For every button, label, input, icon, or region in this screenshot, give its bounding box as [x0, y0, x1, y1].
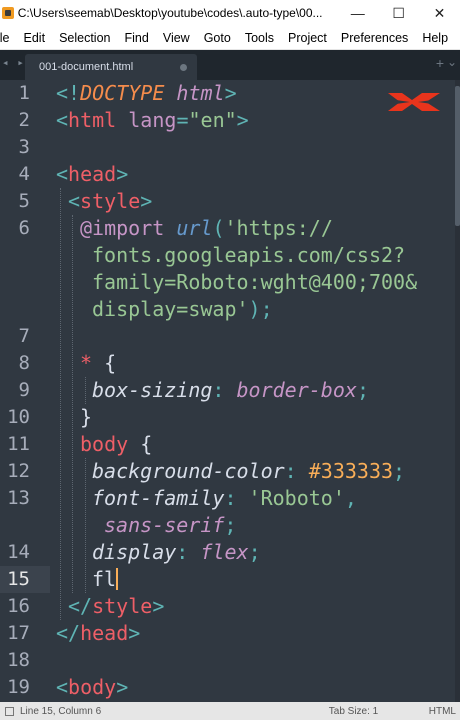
tab-size[interactable]: Tab Size: 1	[329, 706, 429, 717]
menu-preferences[interactable]: Preferences	[334, 31, 415, 45]
code-line-14: display: flex;	[92, 540, 261, 564]
new-tab-plus-icon[interactable]: +	[436, 55, 444, 71]
editor-pane[interactable]: 1 2 3 4 5 6 7 8 9 10 11 12 13 14 15 16 17 18 19 <!DOCTYPE …	[0, 80, 460, 702]
tab-bar: ◂ ▸ 001-document.html + ⌄	[0, 50, 460, 80]
text-cursor	[116, 568, 119, 590]
menu-project[interactable]: Project	[281, 31, 334, 45]
code-line-15: fl	[92, 567, 119, 591]
code-line-1: <!DOCTYPE html>	[56, 81, 237, 105]
panel-toggle-icon[interactable]	[5, 706, 14, 716]
code-line-12: background-color: #333333;	[92, 459, 406, 483]
code-line-17: </head>	[56, 621, 141, 645]
tab-scroll-arrows-icon[interactable]: ◂ ▸	[2, 56, 25, 69]
tab-001-document[interactable]: 001-document.html	[25, 54, 197, 80]
code-line-16: </style>	[68, 594, 165, 618]
close-button[interactable]: ✕	[419, 0, 460, 26]
code-area[interactable]: <!DOCTYPE html> <html lang="en"> <head> …	[0, 80, 460, 702]
menu-tools[interactable]: Tools	[238, 31, 281, 45]
menu-file[interactable]: ile	[0, 31, 17, 45]
menu-view[interactable]: View	[156, 31, 197, 45]
menu-bar: ile Edit Selection Find View Goto Tools …	[0, 26, 460, 50]
code-line-8: * {	[80, 351, 117, 375]
unsaved-dot-icon[interactable]	[180, 64, 187, 71]
menu-selection[interactable]: Selection	[52, 31, 117, 45]
menu-edit[interactable]: Edit	[17, 31, 53, 45]
menu-find[interactable]: Find	[118, 31, 156, 45]
menu-help[interactable]: Help	[415, 31, 455, 45]
code-line-6-wrap-1: fonts.googleapis.com/css2?	[92, 243, 406, 267]
tab-list-chevron-icon[interactable]: ⌄	[447, 55, 457, 69]
sublime-app-icon	[2, 7, 14, 19]
code-line-2: <html lang="en">	[56, 108, 249, 132]
syntax-mode[interactable]: HTML	[429, 706, 456, 717]
code-line-19: <body>	[56, 675, 129, 699]
code-line-6-wrap-2: family=Roboto:wght@400;700&	[92, 270, 418, 294]
code-line-11: body {	[80, 432, 153, 456]
code-line-6: @import url('https://	[80, 216, 333, 240]
cursor-position[interactable]: Line 15, Column 6	[20, 706, 329, 717]
status-bar: Line 15, Column 6 Tab Size: 1 HTML	[0, 702, 460, 720]
code-line-9: box-sizing: border-box;	[92, 378, 369, 402]
minimize-button[interactable]: —	[337, 0, 378, 26]
scrollbar-thumb[interactable]	[455, 86, 460, 226]
code-line-6-wrap-3: display=swap');	[92, 297, 273, 321]
title-bar: C:\Users\seemab\Desktop\youtube\codes\.a…	[0, 0, 460, 26]
code-line-13-wrap-1: sans-serif;	[104, 513, 237, 537]
maximize-button[interactable]: ☐	[378, 0, 419, 26]
window-title: C:\Users\seemab\Desktop\youtube\codes\.a…	[17, 6, 323, 20]
menu-goto[interactable]: Goto	[197, 31, 238, 45]
code-line-13: font-family: 'Roboto',	[92, 486, 357, 510]
code-line-4: <head>	[56, 162, 129, 186]
code-line-5: <style>	[68, 189, 153, 213]
code-line-10: }	[80, 405, 93, 429]
channel-logo-icon	[388, 93, 440, 111]
vertical-scrollbar[interactable]	[455, 80, 460, 702]
tab-label: 001-document.html	[39, 61, 134, 73]
